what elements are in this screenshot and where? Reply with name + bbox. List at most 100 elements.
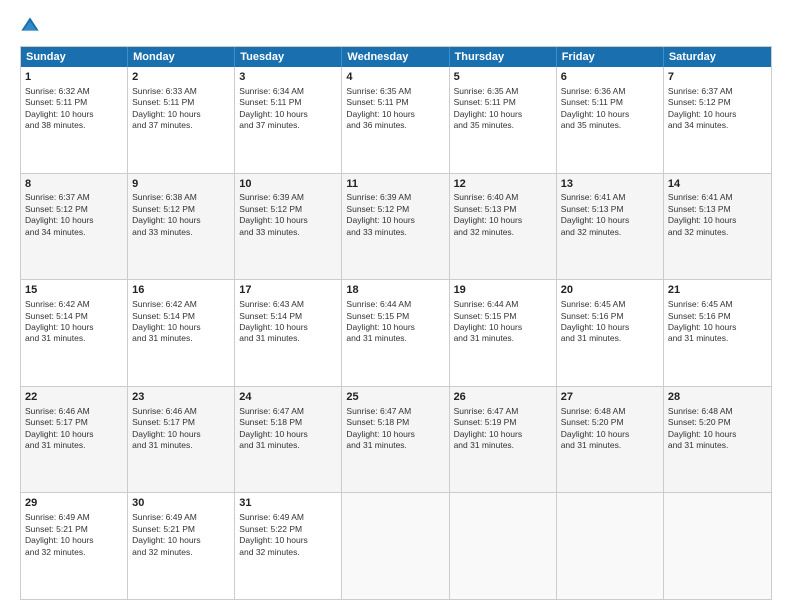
day-header-monday: Monday xyxy=(128,47,235,67)
day-info-line: Daylight: 10 hours xyxy=(239,429,337,440)
day-info-line: and 34 minutes. xyxy=(668,120,767,131)
day-info-line: Daylight: 10 hours xyxy=(25,215,123,226)
day-info-line: Sunrise: 6:44 AM xyxy=(454,299,552,310)
day-number: 14 xyxy=(668,177,767,192)
day-info-line: Sunrise: 6:35 AM xyxy=(346,86,444,97)
cal-cell xyxy=(450,493,557,599)
day-info-line: Sunset: 5:17 PM xyxy=(132,417,230,428)
day-info-line: and 31 minutes. xyxy=(346,333,444,344)
day-info-line: and 31 minutes. xyxy=(346,440,444,451)
cal-cell: 27Sunrise: 6:48 AMSunset: 5:20 PMDayligh… xyxy=(557,387,664,493)
week-row-3: 15Sunrise: 6:42 AMSunset: 5:14 PMDayligh… xyxy=(21,280,771,387)
day-info-line: and 33 minutes. xyxy=(239,227,337,238)
day-info-line: Daylight: 10 hours xyxy=(561,429,659,440)
day-number: 24 xyxy=(239,390,337,405)
cal-cell: 6Sunrise: 6:36 AMSunset: 5:11 PMDaylight… xyxy=(557,67,664,173)
cal-cell: 5Sunrise: 6:35 AMSunset: 5:11 PMDaylight… xyxy=(450,67,557,173)
cal-cell: 19Sunrise: 6:44 AMSunset: 5:15 PMDayligh… xyxy=(450,280,557,386)
day-number: 4 xyxy=(346,70,444,85)
day-info-line: Daylight: 10 hours xyxy=(132,429,230,440)
day-info-line: Sunrise: 6:42 AM xyxy=(132,299,230,310)
day-info-line: Daylight: 10 hours xyxy=(346,215,444,226)
day-info-line: Sunset: 5:11 PM xyxy=(561,97,659,108)
cal-cell: 13Sunrise: 6:41 AMSunset: 5:13 PMDayligh… xyxy=(557,174,664,280)
day-info-line: Daylight: 10 hours xyxy=(239,109,337,120)
day-info-line: Sunset: 5:13 PM xyxy=(668,204,767,215)
cal-cell: 11Sunrise: 6:39 AMSunset: 5:12 PMDayligh… xyxy=(342,174,449,280)
day-info-line: Sunset: 5:19 PM xyxy=(454,417,552,428)
day-info-line: Sunset: 5:13 PM xyxy=(561,204,659,215)
day-info-line: Daylight: 10 hours xyxy=(25,429,123,440)
day-number: 23 xyxy=(132,390,230,405)
day-number: 8 xyxy=(25,177,123,192)
day-info-line: and 31 minutes. xyxy=(561,440,659,451)
day-info-line: Sunset: 5:14 PM xyxy=(132,311,230,322)
day-info-line: and 31 minutes. xyxy=(454,333,552,344)
day-info-line: Sunset: 5:18 PM xyxy=(346,417,444,428)
day-number: 21 xyxy=(668,283,767,298)
day-info-line: and 31 minutes. xyxy=(454,440,552,451)
day-number: 25 xyxy=(346,390,444,405)
day-info-line: Sunrise: 6:38 AM xyxy=(132,192,230,203)
cal-cell: 20Sunrise: 6:45 AMSunset: 5:16 PMDayligh… xyxy=(557,280,664,386)
day-info-line: Sunset: 5:20 PM xyxy=(561,417,659,428)
cal-cell: 18Sunrise: 6:44 AMSunset: 5:15 PMDayligh… xyxy=(342,280,449,386)
day-info-line: Daylight: 10 hours xyxy=(454,215,552,226)
cal-cell: 10Sunrise: 6:39 AMSunset: 5:12 PMDayligh… xyxy=(235,174,342,280)
day-number: 12 xyxy=(454,177,552,192)
day-number: 15 xyxy=(25,283,123,298)
day-number: 27 xyxy=(561,390,659,405)
day-info-line: Sunrise: 6:44 AM xyxy=(346,299,444,310)
cal-cell xyxy=(342,493,449,599)
day-info-line: Daylight: 10 hours xyxy=(25,535,123,546)
day-number: 1 xyxy=(25,70,123,85)
cal-cell: 4Sunrise: 6:35 AMSunset: 5:11 PMDaylight… xyxy=(342,67,449,173)
day-number: 31 xyxy=(239,496,337,511)
cal-cell: 2Sunrise: 6:33 AMSunset: 5:11 PMDaylight… xyxy=(128,67,235,173)
day-info-line: and 35 minutes. xyxy=(454,120,552,131)
day-info-line: Sunset: 5:11 PM xyxy=(454,97,552,108)
day-info-line: Daylight: 10 hours xyxy=(132,535,230,546)
cal-cell: 21Sunrise: 6:45 AMSunset: 5:16 PMDayligh… xyxy=(664,280,771,386)
day-info-line: Sunset: 5:11 PM xyxy=(132,97,230,108)
day-info-line: Sunset: 5:16 PM xyxy=(668,311,767,322)
day-header-saturday: Saturday xyxy=(664,47,771,67)
day-number: 16 xyxy=(132,283,230,298)
day-info-line: Daylight: 10 hours xyxy=(132,322,230,333)
day-info-line: and 31 minutes. xyxy=(668,333,767,344)
cal-cell: 30Sunrise: 6:49 AMSunset: 5:21 PMDayligh… xyxy=(128,493,235,599)
day-info-line: Sunrise: 6:46 AM xyxy=(25,406,123,417)
day-info-line: Sunset: 5:12 PM xyxy=(25,204,123,215)
day-info-line: Sunrise: 6:45 AM xyxy=(561,299,659,310)
day-info-line: Sunrise: 6:37 AM xyxy=(668,86,767,97)
day-info-line: Sunset: 5:12 PM xyxy=(668,97,767,108)
day-info-line: Daylight: 10 hours xyxy=(561,322,659,333)
day-info-line: Sunset: 5:11 PM xyxy=(239,97,337,108)
day-info-line: Sunset: 5:17 PM xyxy=(25,417,123,428)
page: SundayMondayTuesdayWednesdayThursdayFrid… xyxy=(0,0,792,612)
day-info-line: Sunrise: 6:46 AM xyxy=(132,406,230,417)
day-number: 17 xyxy=(239,283,337,298)
day-info-line: Sunrise: 6:47 AM xyxy=(239,406,337,417)
day-number: 13 xyxy=(561,177,659,192)
day-info-line: Sunrise: 6:41 AM xyxy=(561,192,659,203)
day-info-line: Daylight: 10 hours xyxy=(454,109,552,120)
day-info-line: Sunrise: 6:35 AM xyxy=(454,86,552,97)
day-info-line: and 36 minutes. xyxy=(346,120,444,131)
day-info-line: Daylight: 10 hours xyxy=(668,322,767,333)
generalblue-icon xyxy=(20,16,40,36)
day-info-line: Sunset: 5:11 PM xyxy=(346,97,444,108)
day-number: 28 xyxy=(668,390,767,405)
day-number: 11 xyxy=(346,177,444,192)
day-info-line: Daylight: 10 hours xyxy=(239,215,337,226)
day-info-line: and 37 minutes. xyxy=(239,120,337,131)
day-info-line: and 31 minutes. xyxy=(668,440,767,451)
day-info-line: and 33 minutes. xyxy=(132,227,230,238)
day-info-line: and 31 minutes. xyxy=(239,440,337,451)
day-info-line: Sunrise: 6:49 AM xyxy=(132,512,230,523)
day-header-wednesday: Wednesday xyxy=(342,47,449,67)
day-info-line: Daylight: 10 hours xyxy=(346,109,444,120)
day-info-line: Sunset: 5:15 PM xyxy=(454,311,552,322)
day-number: 18 xyxy=(346,283,444,298)
day-info-line: Sunset: 5:21 PM xyxy=(25,524,123,535)
